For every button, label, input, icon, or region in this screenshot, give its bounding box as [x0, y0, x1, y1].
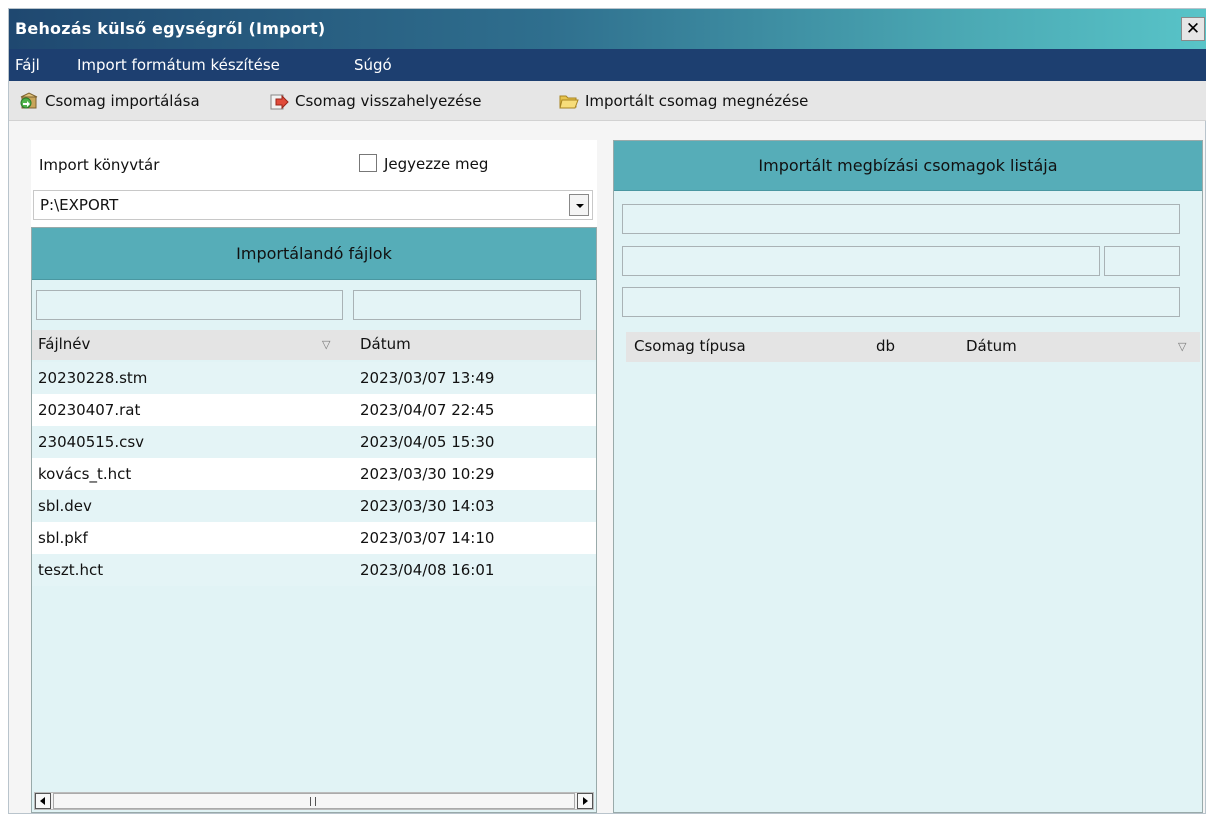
column-package-date[interactable]: Dátum [966, 337, 1017, 355]
menu-import-format[interactable]: Import formátum készítése [77, 56, 280, 74]
menu-bar: Fájl Import formátum készítése Súgó [9, 49, 1206, 81]
package-filter-input-1[interactable] [622, 204, 1180, 234]
sort-icon[interactable]: ▽ [1178, 340, 1186, 353]
table-row[interactable]: sbl.dev 2023/03/30 14:03 [32, 490, 596, 522]
import-directory-value: P:\EXPORT [40, 196, 119, 214]
package-import-icon [19, 91, 39, 111]
import-directory-panel: Import könyvtár Jegyezze meg P:\EXPORT [31, 140, 597, 227]
restore-package-label: Csomag visszahelyezése [295, 92, 482, 110]
file-name: 23040515.csv [38, 433, 145, 451]
column-count[interactable]: db [876, 337, 895, 355]
import-package-button[interactable]: Csomag importálása [19, 89, 200, 113]
files-column-header: Fájlnév ▽ Dátum [32, 330, 596, 360]
toolbar: Csomag importálása Csomag visszahelyezés… [9, 81, 1206, 121]
column-package-type[interactable]: Csomag típusa [634, 337, 746, 355]
file-name: teszt.hct [38, 561, 104, 579]
scroll-left-icon[interactable] [35, 793, 51, 809]
remember-label[interactable]: Jegyezze meg [384, 155, 488, 173]
file-date: 2023/03/30 14:03 [360, 497, 495, 515]
file-name: 20230407.rat [38, 401, 141, 419]
packages-panel-title: Importált megbízási csomagok listája [614, 141, 1202, 191]
import-directory-label: Import könyvtár [39, 156, 160, 174]
menu-help[interactable]: Súgó [354, 56, 392, 74]
import-directory-select[interactable]: P:\EXPORT [33, 190, 593, 220]
file-date: 2023/04/08 16:01 [360, 561, 495, 579]
package-restore-icon [269, 91, 289, 111]
folder-open-icon [559, 91, 579, 111]
import-window: Behozás külső egységről (Import) ✕ Fájl … [8, 8, 1206, 814]
date-filter-input[interactable] [353, 290, 581, 320]
filename-filter-input[interactable] [36, 290, 343, 320]
view-imported-package-button[interactable]: Importált csomag megnézése [559, 89, 808, 113]
import-package-label: Csomag importálása [45, 92, 200, 110]
title-bar: Behozás külső egységről (Import) ✕ [9, 9, 1206, 49]
file-date: 2023/04/05 15:30 [360, 433, 495, 451]
restore-package-button[interactable]: Csomag visszahelyezése [269, 89, 481, 113]
table-row[interactable]: 20230407.rat 2023/04/07 22:45 [32, 394, 596, 426]
packages-panel: Importált megbízási csomagok listája Cso… [613, 140, 1203, 813]
chevron-down-icon[interactable] [569, 194, 589, 216]
remember-checkbox[interactable] [359, 154, 377, 172]
scroll-right-icon[interactable] [577, 793, 593, 809]
table-row[interactable]: kovács_t.hct 2023/03/30 10:29 [32, 458, 596, 490]
package-filter-input-2[interactable] [622, 246, 1100, 276]
column-filename[interactable]: Fájlnév [38, 335, 90, 353]
grip-icon [310, 797, 316, 806]
file-date: 2023/03/07 14:10 [360, 529, 495, 547]
sort-icon[interactable]: ▽ [322, 338, 330, 351]
file-date: 2023/03/30 10:29 [360, 465, 495, 483]
close-button[interactable]: ✕ [1181, 17, 1205, 41]
files-panel: Importálandó fájlok Fájlnév ▽ Dátum 2023… [31, 227, 597, 813]
view-imported-package-label: Importált csomag megnézése [585, 92, 809, 110]
file-name: sbl.dev [38, 497, 92, 515]
file-date: 2023/03/07 13:49 [360, 369, 495, 387]
file-date: 2023/04/07 22:45 [360, 401, 495, 419]
window-title: Behozás külső egységről (Import) [15, 19, 326, 38]
table-row[interactable]: 20230228.stm 2023/03/07 13:49 [32, 362, 596, 394]
file-name: 20230228.stm [38, 369, 148, 387]
horizontal-scrollbar[interactable] [34, 792, 594, 810]
files-panel-title: Importálandó fájlok [32, 228, 596, 280]
column-date[interactable]: Dátum [360, 335, 411, 353]
file-name: sbl.pkf [38, 529, 88, 547]
table-row[interactable]: teszt.hct 2023/04/08 16:01 [32, 554, 596, 586]
package-filter-input-3[interactable] [1104, 246, 1180, 276]
table-row[interactable]: 23040515.csv 2023/04/05 15:30 [32, 426, 596, 458]
menu-file[interactable]: Fájl [15, 56, 40, 74]
package-filter-input-4[interactable] [622, 287, 1180, 317]
packages-column-header: Csomag típusa db Dátum ▽ [626, 332, 1200, 362]
close-icon: ✕ [1185, 19, 1201, 39]
scroll-thumb[interactable] [53, 793, 575, 809]
table-row[interactable]: sbl.pkf 2023/03/07 14:10 [32, 522, 596, 554]
file-name: kovács_t.hct [38, 465, 132, 483]
